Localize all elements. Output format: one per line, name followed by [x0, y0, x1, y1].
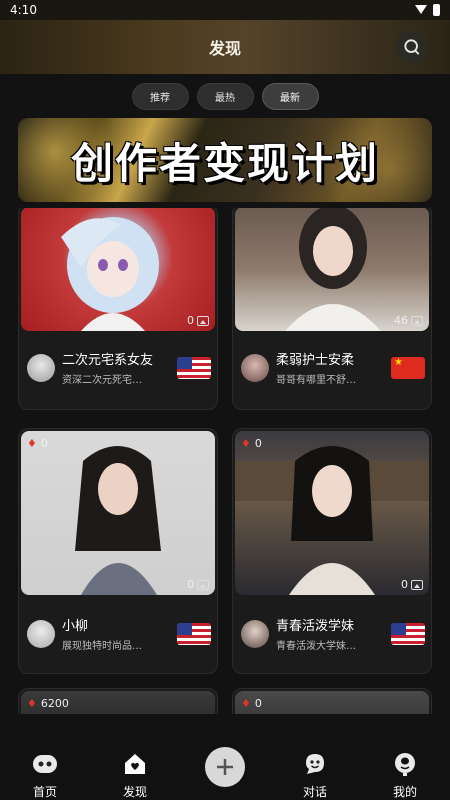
avatar	[27, 353, 55, 382]
like-count: ♦ 0	[241, 437, 262, 450]
fire-icon: ♦	[27, 437, 37, 450]
character-card[interactable]: 46 柔弱护士安柔 哥哥有哪里不舒…	[232, 208, 432, 410]
photo-count: 0	[187, 314, 209, 327]
character-photo: 46	[235, 208, 429, 331]
character-desc: 哥哥有哪里不舒…	[276, 375, 356, 386]
us-flag-icon	[177, 622, 211, 645]
card-info: 柔弱护士安柔 哥哥有哪里不舒…	[241, 349, 425, 386]
filter-tabs: 推荐 最热 最新	[0, 83, 450, 110]
card-info: 小柳 展现独特时尚品…	[27, 615, 211, 652]
character-photo: ♦ 6200	[21, 691, 215, 714]
us-flag-icon	[177, 356, 211, 379]
image-icon	[411, 315, 423, 326]
character-name: 青春活泼学妹	[276, 619, 355, 634]
nav-home-label: 首页	[32, 785, 57, 799]
nav-chat[interactable]: 对话	[275, 750, 355, 800]
character-photo: 0	[21, 208, 215, 331]
character-card[interactable]: ♦ 0	[232, 688, 432, 714]
page-title: 发现	[208, 39, 241, 58]
woman-photo	[75, 446, 161, 595]
character-card[interactable]: 0 二次元宅系女友 资深二次元死宅…	[18, 208, 218, 410]
fire-icon: ♦	[241, 437, 251, 450]
search-icon	[404, 39, 420, 55]
bottom-nav: 首页 发现 对话 我的	[0, 740, 450, 800]
nav-mine-label: 我的	[392, 785, 417, 799]
status-icons	[415, 4, 440, 16]
woman-photo	[285, 208, 381, 331]
fire-icon: ♦	[241, 697, 251, 710]
top-header: 发现	[0, 20, 450, 74]
tab-recommend[interactable]: 推荐	[131, 83, 189, 110]
status-time: 4:10	[10, 3, 37, 17]
image-icon	[197, 315, 209, 326]
card-info: 二次元宅系女友 资深二次元死宅…	[27, 349, 211, 386]
nav-home[interactable]: 首页	[5, 750, 85, 800]
like-count: ♦ 0	[27, 437, 48, 450]
nav-discover[interactable]: 发现	[95, 750, 175, 800]
photo-count: 0	[401, 578, 423, 591]
tab-hottest[interactable]: 最热	[196, 83, 254, 110]
wifi-icon	[415, 5, 427, 15]
avatar	[241, 353, 269, 382]
search-button[interactable]	[396, 31, 428, 63]
robot-icon	[31, 750, 59, 778]
banner-text: 创作者变现计划	[70, 138, 379, 188]
nav-chat-label: 对话	[302, 785, 327, 799]
creator-banner[interactable]: 创作者变现计划	[18, 118, 432, 202]
anime-girl-illustration	[61, 217, 159, 331]
character-desc: 青春活泼大学妹…	[276, 641, 356, 652]
character-desc: 资深二次元死宅…	[62, 375, 142, 386]
character-grid: 0 二次元宅系女友 资深二次元死宅… 46 柔弱护士安柔 哥哥有哪里不舒… ★ …	[18, 208, 432, 714]
character-photo: ♦ 0 0	[21, 431, 215, 595]
character-card[interactable]: ♦ 6200	[18, 688, 218, 714]
image-icon	[197, 579, 209, 590]
profile-icon	[391, 750, 419, 778]
character-photo: ♦ 0	[235, 691, 429, 714]
photo-count: 46	[394, 314, 423, 327]
avatar	[27, 619, 55, 648]
character-photo: ♦ 0 0	[235, 431, 429, 595]
character-name: 柔弱护士安柔	[276, 353, 355, 368]
battery-icon	[433, 4, 440, 16]
character-name: 小柳	[62, 619, 89, 634]
nav-discover-label: 发现	[122, 785, 147, 799]
character-desc: 展现独特时尚品…	[62, 641, 142, 652]
cn-flag-icon	[391, 356, 425, 379]
character-card[interactable]: ♦ 0 0 青春活泼学妹 青春活泼大学妹…	[232, 428, 432, 674]
status-bar: 4:10	[0, 0, 450, 20]
tab-newest[interactable]: 最新	[261, 83, 319, 110]
avatar	[241, 619, 269, 648]
character-card[interactable]: ♦ 0 0 小柳 展现独特时尚品…	[18, 428, 218, 674]
nav-create[interactable]	[185, 747, 265, 787]
image-icon	[411, 579, 423, 590]
us-flag-icon	[391, 622, 425, 645]
fire-icon: ♦	[27, 697, 37, 710]
like-count: ♦ 6200	[27, 697, 69, 710]
home-heart-icon	[121, 750, 149, 778]
like-count: ♦ 0	[241, 697, 262, 710]
chat-face-icon	[301, 750, 329, 778]
nav-mine[interactable]: 我的	[365, 750, 445, 800]
character-name: 二次元宅系女友	[62, 353, 154, 368]
woman-photo	[235, 446, 429, 595]
create-button[interactable]	[205, 747, 245, 787]
plus-icon	[217, 759, 233, 775]
card-info: 青春活泼学妹 青春活泼大学妹…	[241, 615, 425, 652]
photo-count: 0	[187, 578, 209, 591]
